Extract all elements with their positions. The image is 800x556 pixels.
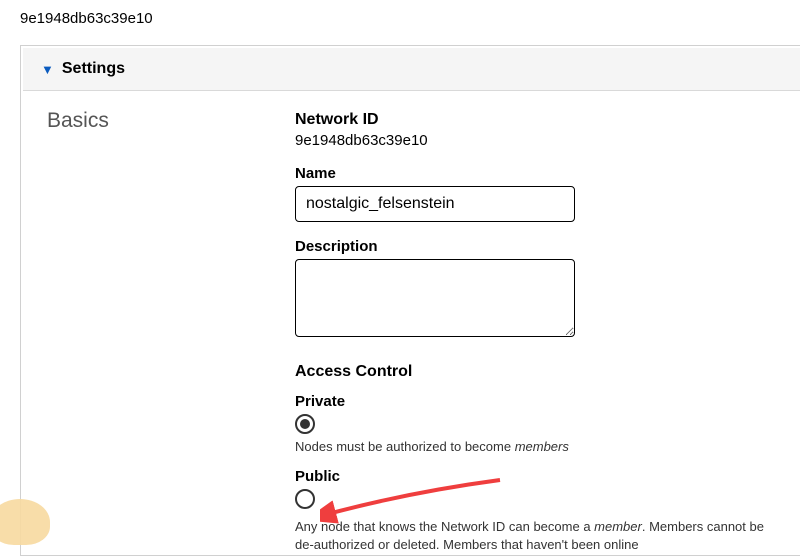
- settings-panel: ▼ Settings Basics Network ID 9e1948db63c…: [20, 45, 800, 556]
- settings-header[interactable]: ▼ Settings: [23, 48, 800, 91]
- page-network-id: 9e1948db63c39e10: [0, 0, 800, 45]
- description-textarea[interactable]: [295, 259, 575, 337]
- settings-title: Settings: [62, 60, 125, 78]
- description-label: Description: [295, 238, 776, 255]
- private-option-label: Private: [295, 393, 776, 410]
- name-input[interactable]: [295, 186, 575, 222]
- chevron-down-icon: ▼: [41, 63, 54, 76]
- private-helper-text: Nodes must be authorized to become membe…: [295, 438, 776, 456]
- access-control-label: Access Control: [295, 363, 776, 381]
- section-basics-label: Basics: [47, 109, 295, 555]
- public-helper-text: Any node that knows the Network ID can b…: [295, 518, 776, 554]
- public-radio[interactable]: [295, 489, 315, 509]
- name-label: Name: [295, 165, 776, 182]
- public-option-label: Public: [295, 468, 776, 485]
- radio-selected-dot: [300, 419, 310, 429]
- private-radio[interactable]: [295, 414, 315, 434]
- network-id-value: 9e1948db63c39e10: [295, 132, 776, 149]
- decorative-blob: [0, 499, 50, 545]
- network-id-label: Network ID: [295, 111, 776, 129]
